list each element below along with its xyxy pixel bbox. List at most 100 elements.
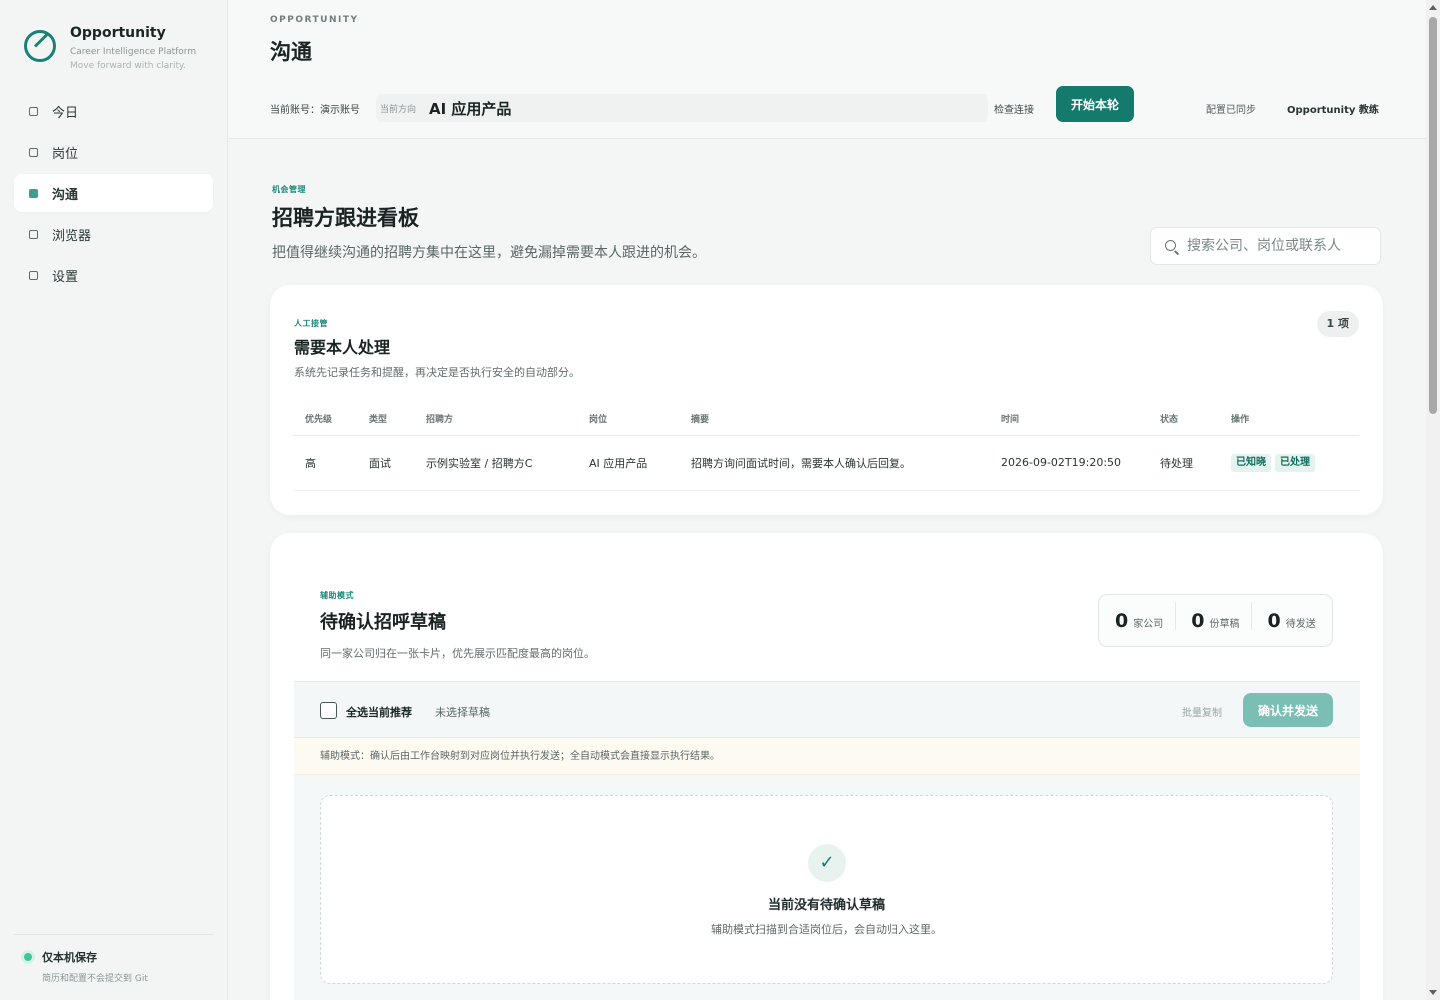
stat-value: 0 [1267,609,1281,632]
table-row: 高 面试 示例实验室 / 招聘方C AI 应用产品 招聘方询问面试时间，需要本人… [293,435,1359,491]
search-icon [1165,240,1176,251]
drafts-description: 同一家公司归在一张卡片，优先展示匹配度最高的岗位。 [320,647,595,660]
selection-status: 未选择草稿 [435,706,490,719]
empty-description: 辅助模式扫描到合适岗位后，会自动归入这里。 [711,923,942,936]
stat-label: 家公司 [1133,618,1164,630]
cell-position: AI 应用产品 [577,435,679,491]
cell-summary: 招聘方询问面试时间，需要本人确认后回复。 [679,435,989,491]
sidebar-item-label: 浏览器 [52,228,92,244]
drafts-kicker: 辅助模式 [320,591,354,600]
board-title: 招聘方跟进看板 [272,206,419,230]
column-header: 状态 [1148,402,1219,436]
manual-kicker: 人工接管 [294,319,328,328]
coach-link[interactable]: Opportunity 教练 [1287,101,1379,116]
cell-type: 面试 [357,435,414,491]
stat-drafts: 0 份草稿 [1175,601,1251,632]
drafts-toolbar: 全选当前推荐 未选择草稿 批量复制 确认并发送 [294,681,1360,738]
sidebar-item-communication[interactable]: 沟通 [14,174,213,212]
check-connection-link[interactable]: 检查连接 [990,97,1034,119]
table-header-row: 优先级 类型 招聘方 岗位 摘要 时间 状态 操作 [293,402,1359,436]
stat-value: 0 [1115,609,1129,632]
manual-handling-card: 人工接管 需要本人处理 系统先记录任务和提醒，再决定是否执行安全的自动部分。 1… [270,285,1383,515]
sidebar-item-jobs[interactable]: 岗位 [14,133,213,171]
board-description: 把值得继续沟通的招聘方集中在这里，避免漏掉需要本人跟进的机会。 [272,245,706,261]
column-header: 岗位 [577,402,679,436]
batch-copy-button[interactable]: 批量复制 [1182,704,1222,719]
brand-logo-icon [24,30,56,62]
sidebar-item-label: 沟通 [52,187,79,203]
brand-tagline: Move forward with clarity. [70,61,186,71]
scroll-down-arrow-icon[interactable] [1429,990,1437,995]
cell-recruiter: 示例实验室 / 招聘方C [414,435,577,491]
cell-actions: 已知晓 已处理 [1219,435,1359,491]
drafts-card: 辅助模式 待确认招呼草稿 同一家公司归在一张卡片，优先展示匹配度最高的岗位。 0… [270,533,1383,1000]
stat-label: 份草稿 [1209,618,1240,630]
acknowledge-button[interactable]: 已知晓 [1231,453,1271,472]
storage-subtitle: 简历和配置不会提交到 Git [42,974,148,984]
direction-label: 当前方向 [380,105,417,115]
select-all-checkbox[interactable] [320,702,337,719]
manual-tasks-table: 优先级 类型 招聘方 岗位 摘要 时间 状态 操作 高 面试 示例实验室 / 招… [293,402,1359,491]
brand-name: Opportunity [70,25,166,41]
manual-title: 需要本人处理 [294,338,391,357]
column-header: 摘要 [679,402,989,436]
page-eyebrow: OPPORTUNITY [270,15,359,25]
stat-companies: 0 家公司 [1099,610,1175,632]
direction-value: AI 应用产品 [429,100,512,118]
search-input[interactable] [1187,228,1357,264]
square-icon [29,188,38,198]
scroll-up-arrow-icon[interactable] [1429,5,1437,10]
brand-subtitle: Career Intelligence Platform [70,47,197,57]
scrollbar-thumb[interactable] [1429,17,1437,414]
sidebar-item-browser[interactable]: 浏览器 [14,215,213,253]
board-kicker: 机会管理 [272,185,306,194]
mark-done-button[interactable]: 已处理 [1275,453,1315,472]
count-badge: 1 项 [1316,311,1359,337]
page-header: OPPORTUNITY 沟通 当前账号：演示账号 当前方向 AI 应用产品 检查… [229,0,1426,139]
column-header: 时间 [989,402,1148,436]
sidebar-item-label: 岗位 [52,146,79,162]
manual-description: 系统先记录任务和提醒，再决定是否执行安全的自动部分。 [294,366,580,379]
sidebar-item-today[interactable]: 今日 [14,92,213,130]
square-icon [29,106,38,116]
drafts-title: 待确认招呼草稿 [320,612,446,633]
confirm-send-button[interactable]: 确认并发送 [1243,693,1333,727]
search-box [1150,227,1381,265]
assist-mode-notice: 辅助模式：确认后由工作台映射到对应岗位并执行发送；全自动模式会直接显示执行结果。 [294,738,1360,775]
page-title: 沟通 [270,40,312,64]
column-header: 类型 [357,402,414,436]
sidebar-nav: 今日 岗位 沟通 浏览器 设置 [14,92,213,297]
empty-title: 当前没有待确认草稿 [767,898,885,913]
cell-priority: 高 [293,435,357,491]
start-round-button[interactable]: 开始本轮 [1056,86,1134,122]
square-icon [29,229,38,239]
empty-state: ✓ 当前没有待确认草稿 辅助模式扫描到合适岗位后，会自动归入这里。 [320,795,1333,984]
checkmark-icon: ✓ [808,844,846,882]
storage-title: 仅本机保存 [42,951,97,964]
square-icon [29,270,38,280]
status-dot-icon [24,953,32,961]
select-all-label[interactable]: 全选当前推荐 [346,704,412,720]
vertical-scrollbar[interactable] [1426,0,1440,1000]
sidebar-item-settings[interactable]: 设置 [14,256,213,294]
cell-time: 2026-09-02T19:20:50 [989,435,1148,491]
direction-selector[interactable]: 当前方向 AI 应用产品 [376,94,988,122]
brand[interactable]: Opportunity Career Intelligence Platform… [24,24,196,73]
empty-state-area: ✓ 当前没有待确认草稿 辅助模式扫描到合适岗位后，会自动归入这里。 [294,775,1360,1000]
current-account: 当前账号：演示账号 [270,105,360,116]
stat-pending: 0 待发送 [1251,601,1327,632]
cell-status: 待处理 [1148,435,1219,491]
column-header: 优先级 [293,402,357,436]
draft-stats: 0 家公司 0 份草稿 0 待发送 [1098,594,1333,647]
square-icon [29,147,38,157]
column-header: 招聘方 [414,402,577,436]
sidebar-item-label: 今日 [52,105,79,121]
sync-status: 配置已同步 [1206,105,1256,116]
stat-value: 0 [1191,609,1205,632]
sidebar: Opportunity Career Intelligence Platform… [0,0,228,1000]
local-storage-status: 仅本机保存 简历和配置不会提交到 Git [14,934,213,984]
header-toolbar: 当前账号：演示账号 当前方向 AI 应用产品 检查连接 开始本轮 配置已同步 O… [270,86,1426,122]
sidebar-item-label: 设置 [52,269,79,285]
column-header: 操作 [1219,402,1359,436]
stat-label: 待发送 [1285,618,1316,630]
